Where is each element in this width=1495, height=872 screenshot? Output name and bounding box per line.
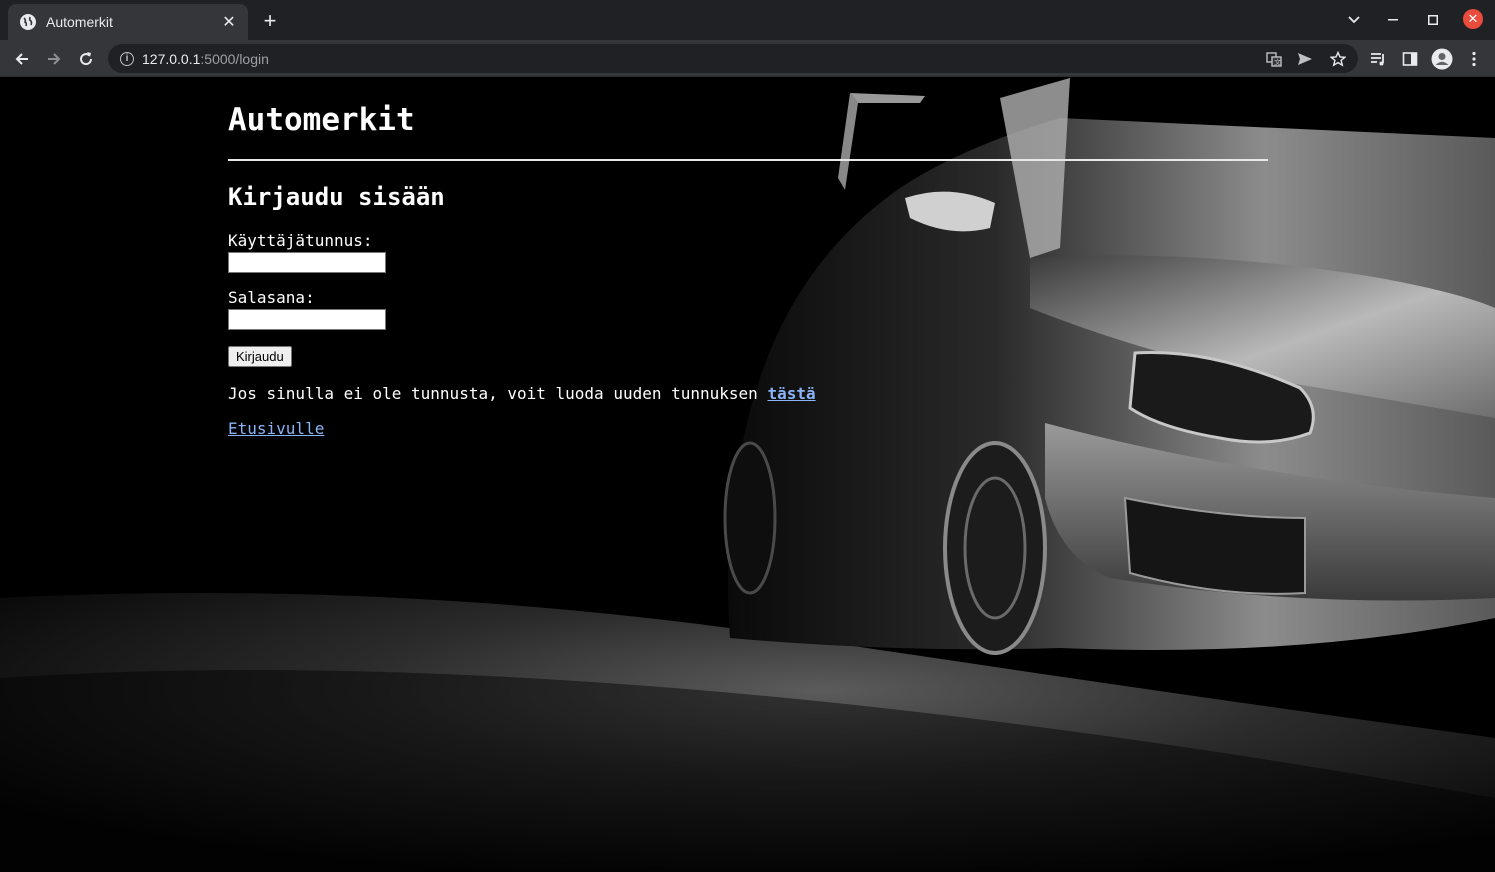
minimize-icon[interactable] bbox=[1381, 8, 1405, 32]
address-bar[interactable]: i 127.0.0.1:5000/login bbox=[108, 44, 1358, 73]
browser-toolbar: i 127.0.0.1:5000/login 文 bbox=[0, 40, 1495, 77]
url-host: 127.0.0.1 bbox=[142, 50, 201, 67]
header-divider bbox=[228, 159, 1268, 161]
tab-bar: Automerkit ✕ + ✕ bbox=[0, 0, 1495, 40]
tab-search-icon[interactable] bbox=[1342, 8, 1366, 32]
close-window-icon[interactable]: ✕ bbox=[1463, 9, 1483, 29]
new-tab-icon[interactable]: + bbox=[258, 10, 282, 34]
translate-icon[interactable]: 文 bbox=[1261, 46, 1287, 72]
profile-icon[interactable] bbox=[1429, 46, 1455, 72]
register-prompt: Jos sinulla ei ole tunnusta, voit luoda … bbox=[228, 384, 1268, 404]
info-icon[interactable]: i bbox=[120, 51, 134, 66]
maximize-icon[interactable] bbox=[1421, 8, 1445, 32]
star-icon[interactable] bbox=[1325, 46, 1351, 72]
home-link[interactable]: Etusivulle bbox=[228, 419, 324, 439]
sidepanel-icon[interactable] bbox=[1397, 46, 1423, 72]
forward-icon[interactable] bbox=[41, 46, 67, 72]
main-content: Automerkit Kirjaudu sisään Käyttäjätunnu… bbox=[228, 78, 1268, 439]
tab-title: Automerkit bbox=[46, 14, 113, 30]
login-heading: Kirjaudu sisään bbox=[228, 183, 445, 211]
password-input[interactable] bbox=[228, 309, 386, 330]
username-label: Käyttäjätunnus: bbox=[228, 231, 373, 250]
send-icon[interactable] bbox=[1292, 46, 1318, 72]
svg-text:文: 文 bbox=[1274, 58, 1281, 67]
url-path: :5000/login bbox=[200, 50, 269, 67]
browser-tab[interactable]: Automerkit ✕ bbox=[8, 4, 248, 40]
site-title: Automerkit bbox=[228, 102, 415, 138]
register-link[interactable]: tästä bbox=[767, 384, 815, 403]
password-label: Salasana: bbox=[228, 288, 315, 307]
back-icon[interactable] bbox=[9, 46, 35, 72]
username-input[interactable] bbox=[228, 252, 386, 273]
menu-icon[interactable] bbox=[1461, 46, 1487, 72]
close-tab-icon[interactable]: ✕ bbox=[220, 13, 238, 31]
page-viewport: Automerkit Kirjaudu sisään Käyttäjätunnu… bbox=[0, 78, 1495, 872]
media-icon[interactable] bbox=[1365, 46, 1391, 72]
register-prompt-text: Jos sinulla ei ole tunnusta, voit luoda … bbox=[228, 384, 768, 403]
login-form: Käyttäjätunnus: Salasana: Kirjaudu bbox=[228, 232, 1268, 367]
login-button[interactable]: Kirjaudu bbox=[228, 346, 292, 367]
reload-icon[interactable] bbox=[73, 46, 99, 72]
globe-icon bbox=[20, 14, 36, 30]
